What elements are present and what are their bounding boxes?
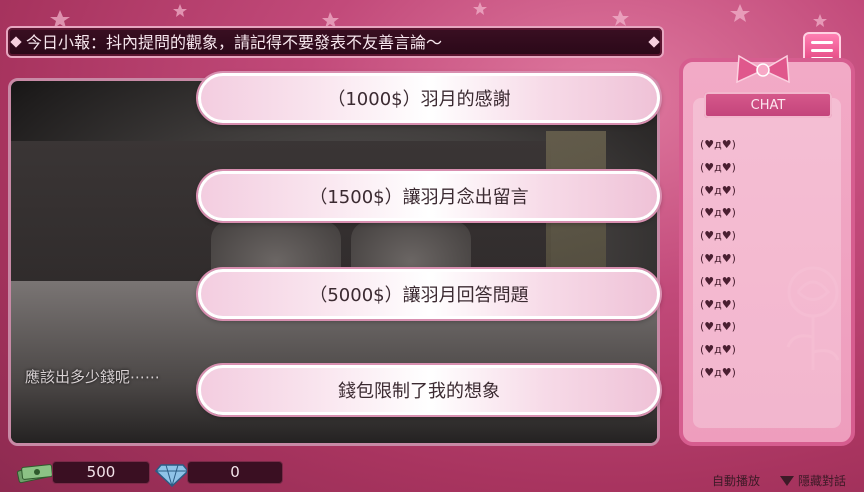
choice-button-1000[interactable]: （1000$）羽月的感謝	[198, 73, 660, 123]
choice-label: 錢包限制了我的想象	[338, 381, 500, 402]
choice-button-5000[interactable]: （5000$）讓羽月回答問題	[198, 269, 660, 319]
ticker-text: 今日小報：抖內提問的觀象，請記得不要發表不友善言論～	[26, 33, 443, 52]
choice-label: （1000$）羽月的感謝	[327, 89, 511, 110]
chat-messages[interactable]: (♥д♥) (♥д♥) (♥д♥) (♥д♥) (♥д♥) (♥д♥) (♥д♥…	[700, 134, 736, 385]
chat-message: (♥д♥)	[700, 206, 736, 220]
triangle-down-icon	[780, 475, 794, 486]
chat-header: CHAT	[704, 92, 832, 118]
choice-label: （5000$）讓羽月回答問題	[309, 285, 529, 306]
hamburger-icon	[811, 40, 833, 44]
diamond-ornament-right	[648, 36, 660, 48]
chat-message: (♥д♥)	[700, 183, 736, 197]
chat-message: (♥д♥)	[700, 160, 736, 174]
cash-stack-icon	[16, 464, 53, 484]
chat-message: (♥д♥)	[700, 251, 736, 265]
hide-dialog-button[interactable]: 隱藏對話	[780, 472, 846, 489]
choice-button-decline[interactable]: 錢包限制了我的想象	[198, 365, 660, 415]
diamond-ornament-left	[10, 36, 22, 48]
hide-dialog-label: 隱藏對話	[798, 474, 847, 488]
money-counter: 500	[52, 461, 150, 484]
auto-play-button[interactable]: 自動播放	[712, 472, 760, 489]
choice-label: （1500$）讓羽月念出留言	[309, 187, 529, 208]
chat-message: (♥д♥)	[700, 297, 736, 311]
chat-message: (♥д♥)	[700, 320, 736, 334]
ribbon-bow-icon	[736, 54, 790, 84]
chat-message: (♥д♥)	[700, 343, 736, 357]
chat-message: (♥д♥)	[700, 365, 736, 379]
choice-button-1500[interactable]: （1500$）讓羽月念出留言	[198, 171, 660, 221]
rose-decoration-icon	[786, 266, 840, 370]
dialog-text: 應該出多少錢呢⋯⋯	[25, 368, 161, 386]
diamond-icon	[155, 464, 189, 487]
gem-counter: 0	[187, 461, 283, 484]
chat-message: (♥д♥)	[700, 274, 736, 288]
news-ticker: 今日小報：抖內提問的觀象，請記得不要發表不友善言論～	[6, 26, 664, 58]
chat-message: (♥д♥)	[700, 138, 736, 151]
chat-message: (♥д♥)	[700, 229, 736, 243]
